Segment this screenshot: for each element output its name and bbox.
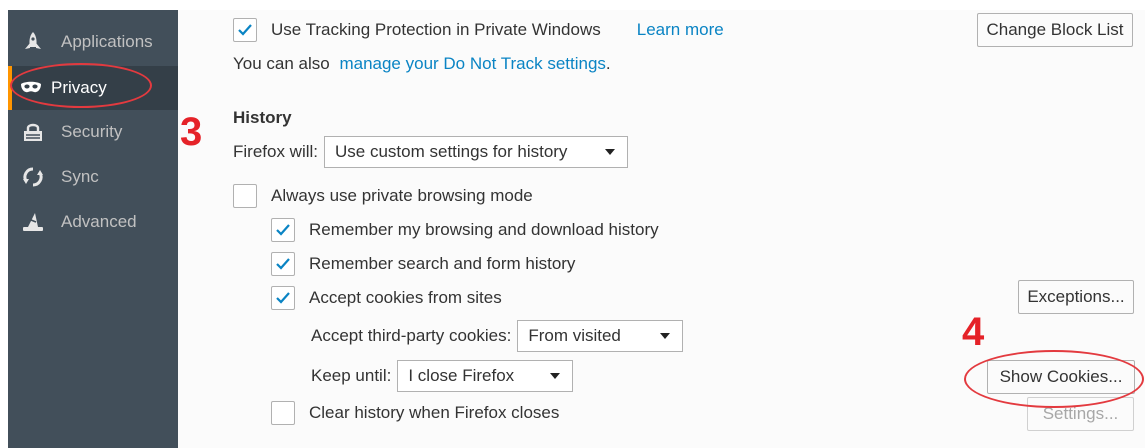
always-private-row: Always use private browsing mode xyxy=(233,184,533,208)
remember-search-row: Remember search and form history xyxy=(271,252,575,276)
change-block-list-button[interactable]: Change Block List xyxy=(977,13,1133,47)
history-mode-select[interactable]: Use custom settings for history xyxy=(324,136,629,168)
sync-icon xyxy=(22,166,44,188)
keep-until-select[interactable]: I close Firefox xyxy=(397,360,574,392)
sidebar-item-sync[interactable]: Sync xyxy=(8,155,178,199)
dnt-settings-link[interactable]: manage your Do Not Track settings xyxy=(339,54,605,74)
tracking-protection-checkbox[interactable] xyxy=(233,18,257,42)
check-icon xyxy=(276,224,290,236)
sidebar: Applications Privacy Security Sync Advan… xyxy=(8,10,178,448)
third-party-select[interactable]: From visited xyxy=(517,320,684,352)
dnt-row: You can also manage your Do Not Track se… xyxy=(233,54,611,74)
remember-browsing-row: Remember my browsing and download histor… xyxy=(271,218,659,242)
clear-history-label: Clear history when Firefox closes xyxy=(309,403,560,422)
dnt-prefix: You can also xyxy=(233,54,335,73)
sidebar-item-label: Sync xyxy=(61,167,99,186)
clear-history-row: Clear history when Firefox closes xyxy=(271,401,559,425)
tracking-protection-row: Use Tracking Protection in Private Windo… xyxy=(233,18,724,42)
history-mode-value: Use custom settings for history xyxy=(335,142,568,161)
sidebar-item-advanced[interactable]: Advanced xyxy=(8,200,178,244)
third-party-label: Accept third-party cookies: xyxy=(311,326,512,345)
sidebar-item-applications[interactable]: Applications xyxy=(8,20,178,64)
remember-search-label: Remember search and form history xyxy=(309,254,576,273)
sidebar-item-label: Advanced xyxy=(61,212,137,231)
lock-icon xyxy=(22,121,44,143)
mask-icon xyxy=(20,77,42,99)
accept-cookies-checkbox[interactable] xyxy=(271,286,295,310)
privacy-pane: Use Tracking Protection in Private Windo… xyxy=(178,10,1145,448)
firefox-will-label: Firefox will: xyxy=(233,142,319,161)
exceptions-button[interactable]: Exceptions... xyxy=(1018,280,1134,314)
check-icon xyxy=(238,24,252,36)
chevron-down-icon xyxy=(605,149,616,155)
keep-until-value: I close Firefox xyxy=(408,366,515,385)
clear-history-settings-button[interactable]: Settings... xyxy=(1027,397,1134,431)
always-private-label: Always use private browsing mode xyxy=(271,186,533,205)
step-3-annotation: 3 xyxy=(180,110,203,154)
chevron-down-icon xyxy=(550,373,561,379)
keep-until-label: Keep until: xyxy=(311,366,392,385)
keep-until-row: Keep until: I close Firefox xyxy=(311,360,574,392)
sidebar-item-privacy[interactable]: Privacy xyxy=(8,66,178,110)
remember-browsing-checkbox[interactable] xyxy=(271,218,295,242)
always-private-checkbox[interactable] xyxy=(233,184,257,208)
wizard-hat-icon xyxy=(22,211,44,233)
accept-cookies-label: Accept cookies from sites xyxy=(309,288,502,307)
check-icon xyxy=(276,258,290,270)
accept-cookies-row: Accept cookies from sites xyxy=(271,286,502,310)
dnt-suffix: . xyxy=(605,54,611,73)
clear-history-checkbox[interactable] xyxy=(271,401,295,425)
learn-more-link[interactable]: Learn more xyxy=(637,20,724,40)
show-cookies-button[interactable]: Show Cookies... xyxy=(987,360,1135,394)
sidebar-item-security[interactable]: Security xyxy=(8,110,178,154)
sidebar-item-label: Privacy xyxy=(51,78,107,97)
step-4-annotation: 4 xyxy=(962,310,985,354)
firefox-will-row: Firefox will: Use custom settings for hi… xyxy=(233,136,629,168)
chevron-down-icon xyxy=(660,333,671,339)
check-icon xyxy=(276,292,290,304)
remember-search-checkbox[interactable] xyxy=(271,252,295,276)
sidebar-item-label: Applications xyxy=(61,32,153,51)
third-party-value: From visited xyxy=(528,326,621,345)
sidebar-item-label: Security xyxy=(61,122,123,141)
remember-browsing-label: Remember my browsing and download histor… xyxy=(309,220,659,239)
tracking-protection-label: Use Tracking Protection in Private Windo… xyxy=(271,20,601,39)
rocket-icon xyxy=(22,31,44,53)
history-heading: History xyxy=(233,108,292,127)
third-party-row: Accept third-party cookies: From visited xyxy=(311,320,684,352)
